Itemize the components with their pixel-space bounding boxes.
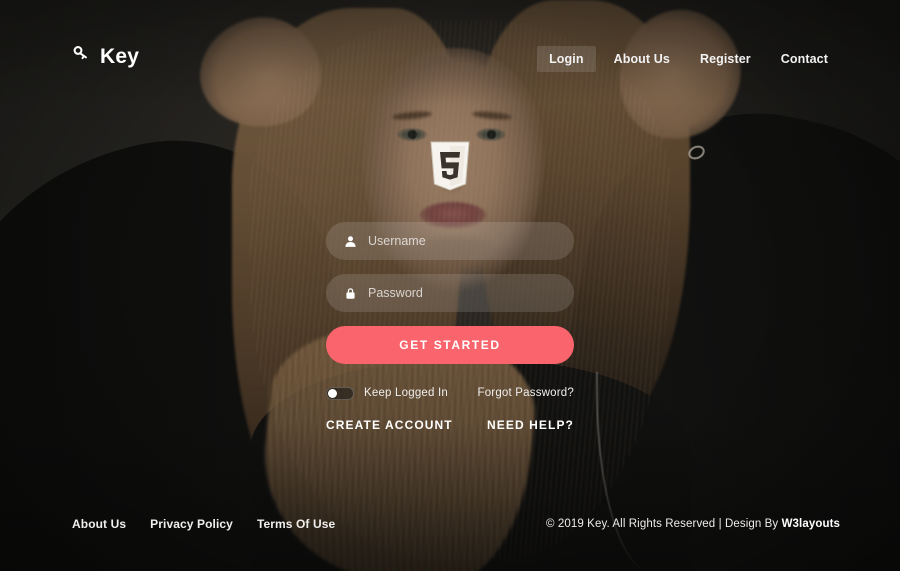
nav-item-register[interactable]: Register bbox=[688, 46, 763, 72]
username-field[interactable] bbox=[326, 222, 574, 260]
toggle-knob bbox=[328, 388, 337, 398]
footer-link-terms-of-use[interactable]: Terms Of Use bbox=[257, 517, 335, 531]
password-input[interactable] bbox=[368, 286, 556, 300]
options-row: Keep Logged In Forgot Password? bbox=[326, 385, 574, 401]
copyright: © 2019 Key. All Rights Reserved | Design… bbox=[546, 518, 840, 530]
copyright-text: © 2019 Key. All Rights Reserved | Design… bbox=[546, 518, 782, 530]
username-input[interactable] bbox=[368, 234, 556, 248]
create-account-link[interactable]: CREATE ACCOUNT bbox=[326, 418, 453, 432]
nav-item-contact[interactable]: Contact bbox=[769, 46, 840, 72]
password-field[interactable] bbox=[326, 274, 574, 312]
footer-bar: About Us Privacy Policy Terms Of Use © 2… bbox=[0, 517, 900, 531]
page-content: Key Login About Us Register Contact User… bbox=[0, 0, 900, 571]
lock-icon bbox=[344, 287, 357, 300]
footer-link-about-us[interactable]: About Us bbox=[72, 517, 126, 531]
brand-logo[interactable]: Key bbox=[72, 44, 139, 68]
keep-logged-in-group[interactable]: Keep Logged In bbox=[326, 386, 449, 400]
nav-item-login[interactable]: Login bbox=[537, 46, 596, 72]
need-help-link[interactable]: NEED HELP? bbox=[487, 418, 574, 432]
login-form: GET STARTED Keep Logged In Forgot Passwo… bbox=[326, 222, 574, 432]
secondary-actions-row: CREATE ACCOUNT NEED HELP? bbox=[326, 418, 574, 432]
login-page: Key Login About Us Register Contact User… bbox=[0, 0, 900, 571]
keep-logged-in-label: Keep Logged In bbox=[364, 387, 449, 399]
html5-shield-icon bbox=[427, 140, 473, 197]
user-icon bbox=[344, 235, 357, 248]
key-icon bbox=[72, 44, 91, 68]
top-bar: Key Login About Us Register Contact bbox=[0, 0, 900, 112]
footer-link-privacy-policy[interactable]: Privacy Policy bbox=[150, 517, 233, 531]
main-navigation: Login About Us Register Contact bbox=[537, 46, 840, 72]
brand-name: Key bbox=[100, 44, 140, 68]
forgot-password-link[interactable]: Forgot Password? bbox=[477, 387, 574, 399]
nav-item-about-us[interactable]: About Us bbox=[602, 46, 682, 72]
center-logo bbox=[0, 140, 900, 197]
keep-logged-in-toggle[interactable] bbox=[326, 386, 354, 400]
get-started-button[interactable]: GET STARTED bbox=[326, 326, 574, 364]
footer-links: About Us Privacy Policy Terms Of Use bbox=[72, 517, 335, 531]
copyright-brand[interactable]: W3layouts bbox=[782, 518, 840, 530]
